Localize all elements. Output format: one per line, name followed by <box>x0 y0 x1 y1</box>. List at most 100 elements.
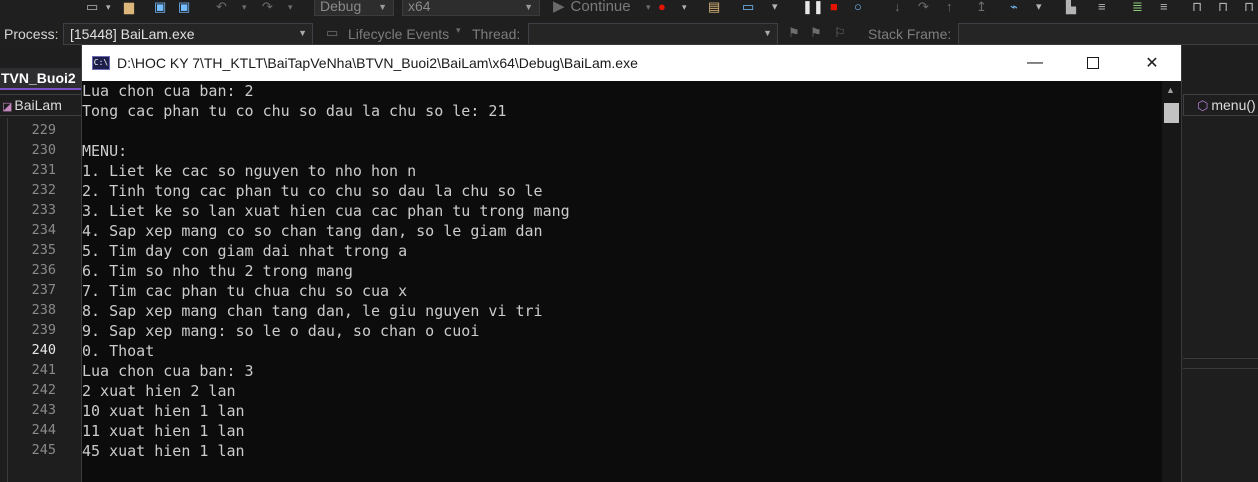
editor-divider <box>1183 368 1258 369</box>
member-nav-combo[interactable]: ⬡ menu() <box>1183 94 1258 116</box>
stop-icon[interactable]: ■ <box>830 0 838 14</box>
console-output[interactable]: Lua chon cua ban: 2 Tong cac phan tu co … <box>82 81 1162 482</box>
console-line: 1. Liet ke cac so nguyen to nho hon n <box>82 162 417 180</box>
redo-icon[interactable]: ↷ <box>262 0 273 14</box>
diagnostics-icon[interactable]: ⌁ <box>1010 0 1018 14</box>
pause-icon[interactable]: ❚❚ <box>802 0 824 14</box>
undo-dropdown-icon[interactable]: ▾ <box>242 0 247 14</box>
line-number: 243 <box>31 402 56 418</box>
configuration-combo[interactable]: Debug ▼ <box>314 0 394 16</box>
console-line: Lua chon cua ban: 3 <box>82 362 254 380</box>
comment-icon[interactable]: ≡ <box>1098 0 1106 14</box>
console-line: Lua chon cua ban: 2 <box>82 82 254 100</box>
stack-frame-combo[interactable] <box>958 23 1258 45</box>
line-number: 241 <box>31 362 56 378</box>
console-line: 7. Tim cac phan tu chua chu so cua x <box>82 282 408 300</box>
maximize-button[interactable] <box>1064 45 1122 81</box>
thread-label: Thread: <box>472 26 521 42</box>
continue-dropdown-icon[interactable]: ▾ <box>646 0 651 14</box>
step-into-icon[interactable]: ↓ <box>894 0 901 14</box>
console-scrollbar[interactable]: ▲ <box>1162 81 1181 482</box>
close-button[interactable]: ✕ <box>1123 45 1181 81</box>
undo-icon[interactable]: ↶ <box>216 0 227 14</box>
next-bookmark-icon[interactable]: ⊓ <box>1244 0 1254 14</box>
line-number: 232 <box>31 182 56 198</box>
scroll-up-icon[interactable]: ▲ <box>1166 85 1175 95</box>
line-number: 244 <box>31 422 56 438</box>
scrollbar-thumb[interactable] <box>1164 103 1179 123</box>
continue-button[interactable]: ▶ Continue <box>553 0 631 15</box>
console-line: 10 xuat hien 1 lan <box>82 402 245 420</box>
console-line: 0. Thoat <box>82 342 155 360</box>
uncomment-icon[interactable]: ≡ <box>1160 0 1168 14</box>
line-number-gutter: 229 230 231 232 233 234 235 236 237 238 … <box>8 120 56 460</box>
project-nav-label: BaiLam <box>14 97 62 113</box>
method-cube-icon: ⬡ <box>1197 98 1209 113</box>
member-nav-label: menu() <box>1211 97 1256 113</box>
bookmark-list-icon[interactable]: ≣ <box>1132 0 1143 14</box>
threads-icon[interactable]: ▙ <box>1066 0 1076 14</box>
console-window[interactable]: C:\ D:\HOC KY 7\TH_KTLT\BaiTapVeNha\BTVN… <box>81 44 1182 482</box>
show-flagged-icon[interactable]: ⚐ <box>834 25 846 41</box>
prev-bookmark-icon[interactable]: ⊓ <box>1218 0 1228 14</box>
open-folder-icon[interactable]: ▆ <box>124 0 134 14</box>
line-number: 234 <box>31 222 56 238</box>
console-line: 2 xuat hien 2 lan <box>82 382 236 400</box>
flag-thread-icon[interactable]: ⚑ <box>788 25 800 41</box>
chevron-down-icon: ▼ <box>298 28 307 38</box>
save-icon[interactable]: ▣ <box>154 0 166 14</box>
console-line: 11 xuat hien 1 lan <box>82 422 245 440</box>
line-number: 233 <box>31 202 56 218</box>
redo-dropdown-icon[interactable]: ▾ <box>288 0 293 14</box>
new-item-icon[interactable]: ▭ <box>86 0 98 14</box>
platform-combo[interactable]: x64 ▼ <box>402 0 540 16</box>
lifecycle-events-label[interactable]: Lifecycle Events <box>348 26 449 42</box>
console-line: 9. Sap xep mang: so le o dau, so chan o … <box>82 322 480 340</box>
line-number: 245 <box>31 442 56 458</box>
bookmark-icon[interactable]: ⊓ <box>1192 0 1202 14</box>
dropdown-arrow-icon[interactable]: ▾ <box>106 0 111 14</box>
line-number: 239 <box>31 322 56 338</box>
minimize-button[interactable]: — <box>1006 45 1064 81</box>
line-number: 231 <box>31 162 56 178</box>
line-number: 229 <box>31 122 56 138</box>
project-nav-combo[interactable]: ◪ BaiLam <box>0 94 82 116</box>
configuration-value: Debug <box>320 0 362 14</box>
console-app-icon: C:\ <box>92 56 110 70</box>
lifecycle-dropdown-icon[interactable]: ▾ <box>456 25 461 36</box>
document-tab[interactable]: TVN_Buoi2 <box>0 68 82 90</box>
console-line: 3. Liet ke so lan xuat hien cua cac phan… <box>82 202 570 220</box>
console-line: Tong cac phan tu co chu so dau la chu so… <box>82 102 507 120</box>
hot-reload-icon[interactable]: ● <box>658 0 666 14</box>
more-options-icon[interactable]: ▾ <box>772 0 778 14</box>
project-icon: ◪ <box>2 101 13 113</box>
editor-divider <box>1183 358 1258 359</box>
flag-all-icon[interactable]: ⚑ <box>810 25 822 41</box>
save-all-icon[interactable]: ▣ <box>178 0 190 14</box>
step-out-icon[interactable]: ↑ <box>946 0 953 14</box>
line-number: 242 <box>31 382 56 398</box>
thread-combo[interactable]: ▼ <box>528 23 778 45</box>
play-icon: ▶ <box>553 0 565 15</box>
line-number: 230 <box>31 142 56 158</box>
console-line: 5. Tim day con giam dai nhat trong a <box>82 242 408 260</box>
diagnostics-dropdown-icon[interactable]: ▾ <box>1036 0 1042 14</box>
chevron-down-icon: ▼ <box>378 2 387 12</box>
step-over-icon[interactable]: ↷ <box>918 0 929 14</box>
screen-icon[interactable]: ▭ <box>742 0 754 14</box>
vs-toolbar: ▭ ▾ ▆ ▣ ▣ ↶ ▾ ↷ ▾ Debug ▼ x64 ▼ ▶ Continu… <box>0 0 1258 20</box>
minimize-icon: — <box>1027 54 1043 71</box>
console-titlebar[interactable]: C:\ D:\HOC KY 7\TH_KTLT\BaiTapVeNha\BTVN… <box>82 45 1181 81</box>
console-line: 2. Tinh tong cac phan tu co chu so dau l… <box>82 182 543 200</box>
restart-icon[interactable]: ○ <box>854 0 862 14</box>
process-combo[interactable]: [15448] BaiLam.exe ▼ <box>63 23 313 45</box>
hot-reload-dropdown-icon[interactable]: ▾ <box>682 0 687 14</box>
platform-value: x64 <box>408 0 431 14</box>
step-back-icon[interactable]: ↥ <box>976 0 987 14</box>
lifecycle-icon: ▭ <box>326 25 339 40</box>
console-title: D:\HOC KY 7\TH_KTLT\BaiTapVeNha\BTVN_Buo… <box>117 55 638 71</box>
console-line: MENU: <box>82 142 128 160</box>
maximize-icon <box>1087 57 1099 69</box>
browse-icon[interactable]: ▤ <box>708 0 720 14</box>
